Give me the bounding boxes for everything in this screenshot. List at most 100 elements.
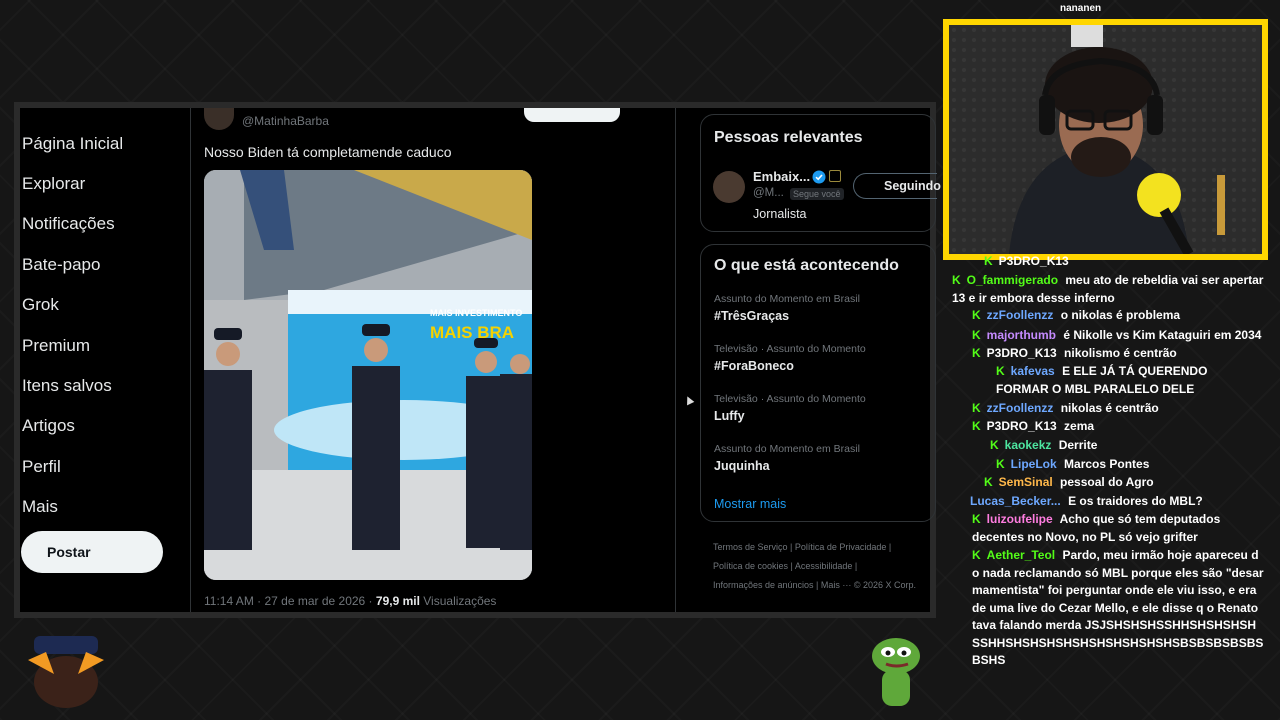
views-label: Visualizações bbox=[423, 594, 497, 608]
chat-text: o nikolas é problema bbox=[1060, 308, 1181, 322]
kick-badge-icon: K bbox=[996, 364, 1005, 378]
chat-username[interactable]: LipeLok bbox=[1011, 457, 1057, 471]
show-more-link[interactable]: Mostrar mais bbox=[714, 497, 786, 511]
kick-badge-icon: K bbox=[990, 438, 999, 452]
chat-text: E os traidores do MBL? bbox=[1068, 494, 1203, 508]
nav-item-grok[interactable]: Grok bbox=[22, 295, 59, 315]
trends-box: O que está acontecendo Assunto do Moment… bbox=[700, 244, 936, 522]
chat-message: Kkafevas E ELE JÁ TÁ QUERENDO FORMAR O M… bbox=[996, 363, 1256, 398]
affiliate-badge-icon bbox=[829, 170, 841, 182]
chat-username[interactable]: kaokekz bbox=[1005, 438, 1052, 452]
chat-text: nikolismo é centrão bbox=[1064, 346, 1177, 360]
chat-username[interactable]: SemSinal bbox=[999, 475, 1053, 489]
kick-badge-icon: K bbox=[972, 401, 981, 415]
chat-username[interactable]: kafevas bbox=[1011, 364, 1055, 378]
author-handle[interactable]: @MatinhaBarba bbox=[242, 114, 329, 128]
chat-message: Lucas_Becker... E os traidores do MBL? bbox=[970, 493, 1275, 511]
chat-username[interactable]: P3DRO_K13 bbox=[987, 419, 1057, 433]
banner-text-2: MAIS BRA bbox=[430, 323, 514, 342]
chat-message: K Aether_Teol Pardo, meu irmão hoje apare… bbox=[972, 547, 1264, 670]
chat-message: KzzFoollenzz o nikolas é problema bbox=[972, 307, 1272, 325]
tweet-video[interactable]: MAIS INVESTIMENTO MAIS BRA bbox=[204, 170, 532, 580]
follows-you-badge: Segue você bbox=[790, 188, 844, 200]
kick-badge-icon: K bbox=[984, 475, 993, 489]
kick-badge-icon: K bbox=[972, 419, 981, 433]
trend-name: Juquinha bbox=[714, 459, 770, 473]
tweet-time[interactable]: 11:14 AM · 27 de mar de 2026 · bbox=[204, 594, 373, 608]
trend-category: Televisão · Assunto do Momento bbox=[714, 393, 866, 405]
relevant-people-title: Pessoas relevantes bbox=[714, 129, 863, 146]
nav-item-notifications[interactable]: Notificações bbox=[22, 214, 115, 234]
chat-username[interactable]: majorthumb bbox=[987, 328, 1056, 342]
footer-links-1[interactable]: Termos de Serviço | Política de Privacid… bbox=[713, 542, 891, 552]
trend-item[interactable]: Televisão · Assunto do Momento #ForaBone… bbox=[714, 343, 866, 373]
kick-badge-icon: K bbox=[952, 273, 961, 287]
kick-badge-icon: K bbox=[972, 548, 981, 562]
chat-text: nikolas é centrão bbox=[1060, 401, 1159, 415]
nav-item-chat[interactable]: Bate-papo bbox=[22, 255, 100, 275]
relevant-people-box: Pessoas relevantes Embaix... @M... Segue… bbox=[700, 114, 941, 232]
banner-text: MAIS INVESTIMENTO bbox=[430, 308, 522, 318]
tweet-detail: @MatinhaBarba Nosso Biden tá completamen… bbox=[196, 108, 676, 612]
footer-links-2[interactable]: Política de cookies | Acessibilidade | bbox=[713, 561, 857, 571]
chat-message: K P3DRO_K13 nikolismo é centrão bbox=[972, 345, 1272, 363]
relevant-name[interactable]: Embaix... bbox=[753, 169, 810, 184]
nav-item-articles[interactable]: Artigos bbox=[22, 416, 75, 436]
chat-username[interactable]: P3DRO_K13 bbox=[987, 346, 1057, 360]
trend-item[interactable]: Televisão · Assunto do Momento Luffy bbox=[714, 393, 866, 423]
chat-message: K SemSinal pessoal do Agro bbox=[984, 474, 1274, 492]
mascot-emote-icon bbox=[28, 636, 104, 708]
chat-username[interactable]: Lucas_Becker... bbox=[970, 494, 1061, 508]
nav-item-profile[interactable]: Perfil bbox=[22, 457, 61, 477]
stream-chat: nananen K P3DRO_K13 K O_fammigerado meu at… bbox=[940, 3, 1280, 720]
chat-username[interactable]: zzFoollenzz bbox=[987, 401, 1054, 415]
video-frame-image: MAIS INVESTIMENTO MAIS BRA bbox=[204, 170, 532, 580]
nav-item-explore[interactable]: Explorar bbox=[22, 174, 85, 194]
chat-username[interactable]: zzFoollenzz bbox=[987, 308, 1054, 322]
trend-name: Luffy bbox=[714, 409, 745, 423]
trend-item[interactable]: Assunto do Momento em Brasil Juquinha bbox=[714, 443, 860, 473]
webcam-overlay bbox=[943, 19, 1268, 260]
trend-name: #TrêsGraças bbox=[714, 309, 790, 323]
chat-text: pessoal do Agro bbox=[1060, 475, 1154, 489]
chat-message: KzzFoollenzz nikolas é centrão bbox=[972, 400, 1272, 418]
verified-badge-icon bbox=[812, 170, 826, 184]
trend-category: Assunto do Momento em Brasil bbox=[714, 443, 860, 455]
tweet-meta: 11:14 AM · 27 de mar de 2026 · 79,9 mil … bbox=[204, 594, 496, 608]
chat-message: Kluizoufelipe Acho que só tem deputados … bbox=[972, 511, 1262, 546]
trends-title: O que está acontecendo bbox=[714, 257, 899, 274]
trend-item[interactable]: Assunto do Momento em Brasil #TrêsGraças bbox=[714, 293, 860, 323]
pepe-emote-icon bbox=[872, 638, 920, 706]
author-avatar[interactable] bbox=[204, 108, 234, 130]
sidebar-nav: Página Inicial Explorar Notificações Bat… bbox=[20, 108, 196, 612]
footer-links-3[interactable]: Informações de anúncios | Mais ··· © 202… bbox=[713, 580, 941, 590]
trend-category: Televisão · Assunto do Momento bbox=[714, 343, 866, 355]
chat-message: K O_fammigerado meu ato de rebeldia vai s… bbox=[952, 272, 1277, 307]
relevant-handle[interactable]: @M... bbox=[753, 187, 784, 199]
chat-message: K P3DRO_K13 zema bbox=[972, 418, 1272, 436]
nav-item-bookmarks[interactable]: Itens salvos bbox=[22, 376, 112, 396]
nav-item-more[interactable]: Mais bbox=[22, 497, 58, 517]
chat-text: Pardo, meu irmão hoje apareceu do nada r… bbox=[972, 548, 1264, 667]
nav-item-premium[interactable]: Premium bbox=[22, 336, 90, 356]
tweet-text: Nosso Biden tá completamende caduco bbox=[204, 144, 452, 160]
chat-cut-line: nananen bbox=[1060, 3, 1102, 14]
chat-text: zema bbox=[1064, 419, 1095, 433]
relevant-avatar[interactable] bbox=[713, 171, 745, 203]
trend-category: Assunto do Momento em Brasil bbox=[714, 293, 860, 305]
views-count: 79,9 mil bbox=[375, 594, 420, 608]
chat-username[interactable]: luizoufelipe bbox=[987, 512, 1053, 526]
chat-username[interactable]: Aether_Teol bbox=[987, 548, 1055, 562]
follow-button[interactable] bbox=[524, 108, 620, 122]
chat-username[interactable]: O_fammigerado bbox=[967, 273, 1058, 287]
post-button[interactable]: Postar bbox=[21, 531, 163, 573]
chat-message: Kmajorthumb é Nikolle vs Kim Kataguiri e… bbox=[972, 327, 1272, 345]
following-button[interactable]: Seguindo bbox=[853, 173, 941, 199]
chat-text: Derrite bbox=[1058, 438, 1098, 452]
chat-username[interactable]: P3DRO_K13 bbox=[999, 254, 1069, 268]
kick-badge-icon: K bbox=[972, 512, 981, 526]
trend-name: #ForaBoneco bbox=[714, 359, 794, 373]
nav-item-home[interactable]: Página Inicial bbox=[22, 134, 123, 154]
chat-text: Marcos Pontes bbox=[1064, 457, 1150, 471]
content-divider bbox=[675, 108, 676, 612]
